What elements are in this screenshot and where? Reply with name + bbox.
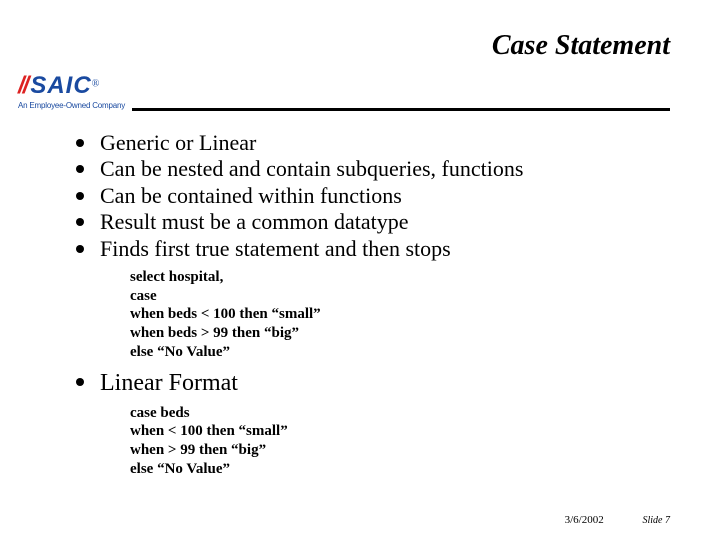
list-item: Linear Format	[76, 368, 670, 398]
bullet-list-bottom: Linear Format	[76, 368, 670, 398]
code-block-2: case beds when < 100 then “small” when >…	[130, 404, 670, 479]
logo-tagline: An Employee-Owned Company	[18, 101, 128, 110]
list-item: Can be nested and contain subqueries, fu…	[76, 156, 670, 182]
slide: Case Statement // SAIC® An Employee-Owne…	[0, 0, 720, 540]
horizontal-rule	[132, 108, 670, 111]
logo-mark: // SAIC®	[18, 72, 128, 100]
slide-title: Case Statement	[492, 30, 670, 62]
code-block-1: select hospital, case when beds < 100 th…	[130, 268, 670, 362]
bullet-text: Linear Format	[100, 370, 238, 396]
logo-text: SAIC	[30, 72, 91, 99]
registered-icon: ®	[92, 79, 100, 90]
footer-date: 3/6/2002	[565, 514, 604, 526]
list-item: Generic or Linear	[76, 130, 670, 156]
list-item: Result must be a common datatype	[76, 209, 670, 235]
list-item: Can be contained within functions	[76, 183, 670, 209]
bullet-text: Generic or Linear	[100, 130, 256, 155]
footer-slide-number: Slide 7	[643, 515, 671, 526]
slide-footer: 3/6/2002 Slide 7	[565, 514, 670, 526]
company-logo: // SAIC® An Employee-Owned Company	[18, 72, 128, 110]
bullet-text: Can be nested and contain subqueries, fu…	[100, 156, 523, 181]
bullet-list-top: Generic or Linear Can be nested and cont…	[76, 130, 670, 262]
logo-slash-icon: //	[18, 72, 27, 100]
slide-content: Generic or Linear Can be nested and cont…	[76, 130, 670, 485]
bullet-text: Can be contained within functions	[100, 183, 402, 208]
bullet-text: Finds first true statement and then stop…	[100, 236, 451, 261]
bullet-text: Result must be a common datatype	[100, 209, 409, 234]
list-item: Finds first true statement and then stop…	[76, 236, 670, 262]
